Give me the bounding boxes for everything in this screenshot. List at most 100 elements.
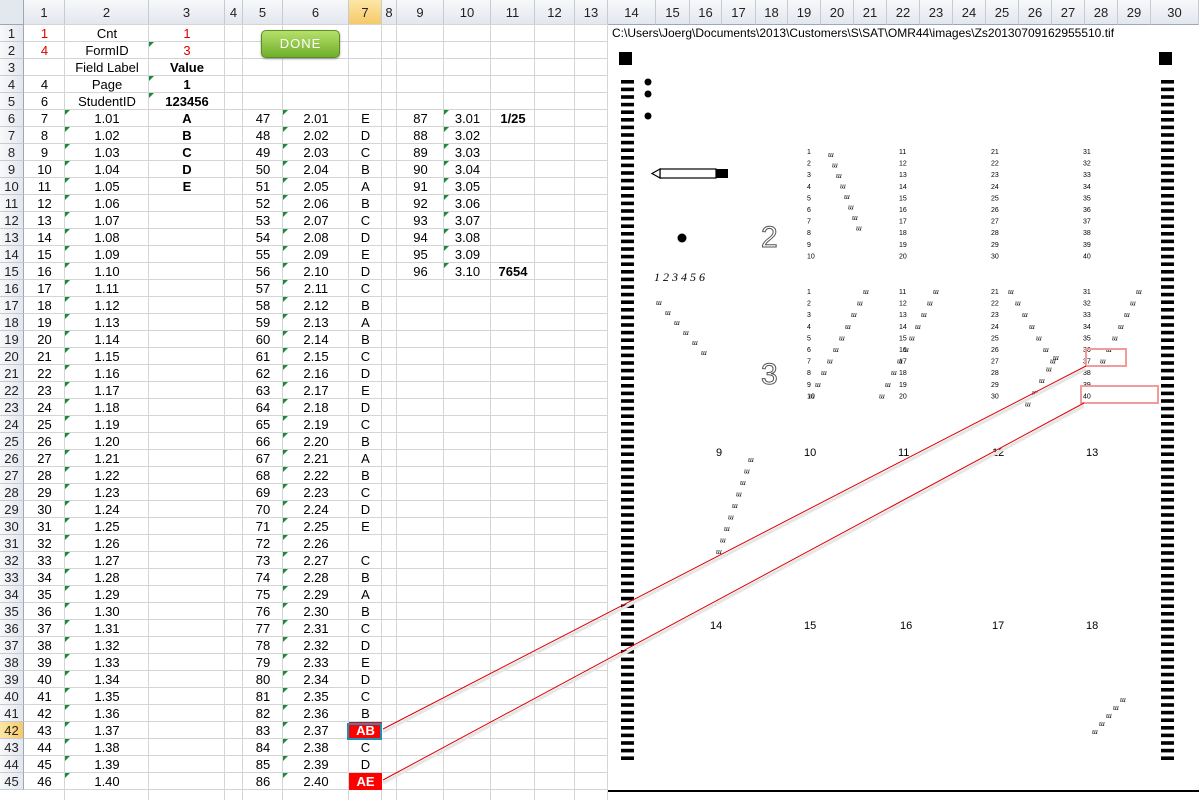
cell[interactable]: 2.19 [283, 416, 349, 433]
cell[interactable]: 4 [24, 76, 65, 93]
cell[interactable]: FormID [65, 42, 149, 59]
cell[interactable]: 35 [24, 586, 65, 603]
row-header[interactable]: 17 [0, 297, 24, 314]
cell[interactable]: 64 [243, 399, 283, 416]
column-header[interactable]: 20 [821, 0, 854, 25]
cell[interactable]: 89 [397, 144, 444, 161]
cell[interactable]: 27 [24, 450, 65, 467]
cell[interactable]: 57 [243, 280, 283, 297]
cell[interactable]: 2.21 [283, 450, 349, 467]
column-header[interactable]: 7 [349, 0, 382, 25]
cell[interactable]: B [349, 161, 382, 178]
cell[interactable]: D [349, 501, 382, 518]
cell[interactable]: C [349, 484, 382, 501]
cell[interactable]: 20 [24, 331, 65, 348]
cell[interactable]: 2.16 [283, 365, 349, 382]
column-header[interactable]: 25 [986, 0, 1019, 25]
cell[interactable]: 2.35 [283, 688, 349, 705]
cell[interactable]: C [349, 739, 382, 756]
cell[interactable]: 58 [243, 297, 283, 314]
cell[interactable]: 1.33 [65, 654, 149, 671]
cell[interactable]: 48 [243, 127, 283, 144]
row-header[interactable]: 24 [0, 416, 24, 433]
cell[interactable]: 1.31 [65, 620, 149, 637]
cell[interactable]: 74 [243, 569, 283, 586]
cell[interactable]: 1 [24, 25, 65, 42]
cell[interactable]: D [349, 637, 382, 654]
column-header[interactable]: 19 [788, 0, 821, 25]
cell[interactable]: Value [149, 59, 225, 76]
cell[interactable]: 80 [243, 671, 283, 688]
done-button[interactable]: DONE [261, 30, 340, 58]
row-header[interactable]: 18 [0, 314, 24, 331]
cell[interactable]: 1.05 [65, 178, 149, 195]
cell[interactable]: B [349, 331, 382, 348]
cell[interactable]: E [349, 246, 382, 263]
cell[interactable]: 2.22 [283, 467, 349, 484]
cell[interactable]: C [349, 620, 382, 637]
cell[interactable]: 10 [24, 161, 65, 178]
column-header[interactable]: 14 [608, 0, 656, 25]
cell[interactable]: 60 [243, 331, 283, 348]
cell[interactable]: 19 [24, 314, 65, 331]
cell[interactable]: 1.28 [65, 569, 149, 586]
cell[interactable]: B [349, 705, 382, 722]
column-header[interactable]: 9 [397, 0, 444, 25]
cell[interactable]: 2.17 [283, 382, 349, 399]
cell[interactable]: 2.33 [283, 654, 349, 671]
cell[interactable]: D [349, 671, 382, 688]
cell[interactable]: 33 [24, 552, 65, 569]
cell[interactable]: 3.09 [444, 246, 491, 263]
column-header[interactable]: 15 [656, 0, 690, 25]
row-header[interactable]: 23 [0, 399, 24, 416]
cell[interactable]: B [349, 467, 382, 484]
row-header[interactable]: 21 [0, 365, 24, 382]
cell[interactable]: 2.31 [283, 620, 349, 637]
cell[interactable]: 40 [24, 671, 65, 688]
cell[interactable]: 3.02 [444, 127, 491, 144]
column-header[interactable]: 27 [1052, 0, 1085, 25]
multi-mark-cell[interactable]: AE [349, 773, 382, 790]
cell[interactable]: 1.02 [65, 127, 149, 144]
cell[interactable]: 2.02 [283, 127, 349, 144]
cell[interactable]: 66 [243, 433, 283, 450]
column-header[interactable]: 5 [243, 0, 283, 25]
column-header[interactable]: 12 [535, 0, 575, 25]
cell[interactable]: 17 [24, 280, 65, 297]
cell[interactable]: 1.36 [65, 705, 149, 722]
row-header[interactable]: 29 [0, 501, 24, 518]
cell[interactable]: D [149, 161, 225, 178]
cell[interactable]: 24 [24, 399, 65, 416]
row-header[interactable]: 5 [0, 93, 24, 110]
column-header[interactable]: 17 [722, 0, 756, 25]
row-header[interactable]: 37 [0, 637, 24, 654]
cell[interactable]: 1.24 [65, 501, 149, 518]
cell[interactable]: C [149, 144, 225, 161]
row-header[interactable]: 33 [0, 569, 24, 586]
column-header[interactable]: 23 [920, 0, 953, 25]
cell[interactable]: 55 [243, 246, 283, 263]
cell[interactable]: 7654 [491, 263, 535, 280]
cell[interactable]: 1.25 [65, 518, 149, 535]
cell[interactable]: D [349, 263, 382, 280]
cell[interactable]: 62 [243, 365, 283, 382]
row-header[interactable]: 44 [0, 756, 24, 773]
cell[interactable]: 53 [243, 212, 283, 229]
cell[interactable]: 1.19 [65, 416, 149, 433]
row-header[interactable]: 9 [0, 161, 24, 178]
cell[interactable]: 41 [24, 688, 65, 705]
cell[interactable]: C [349, 688, 382, 705]
row-header[interactable]: 20 [0, 348, 24, 365]
column-header[interactable]: 11 [491, 0, 535, 25]
cell[interactable]: 18 [24, 297, 65, 314]
cell[interactable]: 2.20 [283, 433, 349, 450]
cell[interactable]: 2.01 [283, 110, 349, 127]
cell[interactable]: C [349, 144, 382, 161]
cell[interactable]: 96 [397, 263, 444, 280]
cell[interactable]: 63 [243, 382, 283, 399]
cell[interactable]: 2.18 [283, 399, 349, 416]
cell[interactable]: 2.11 [283, 280, 349, 297]
cell[interactable]: 2.29 [283, 586, 349, 603]
cell[interactable]: 44 [24, 739, 65, 756]
row-header[interactable]: 32 [0, 552, 24, 569]
